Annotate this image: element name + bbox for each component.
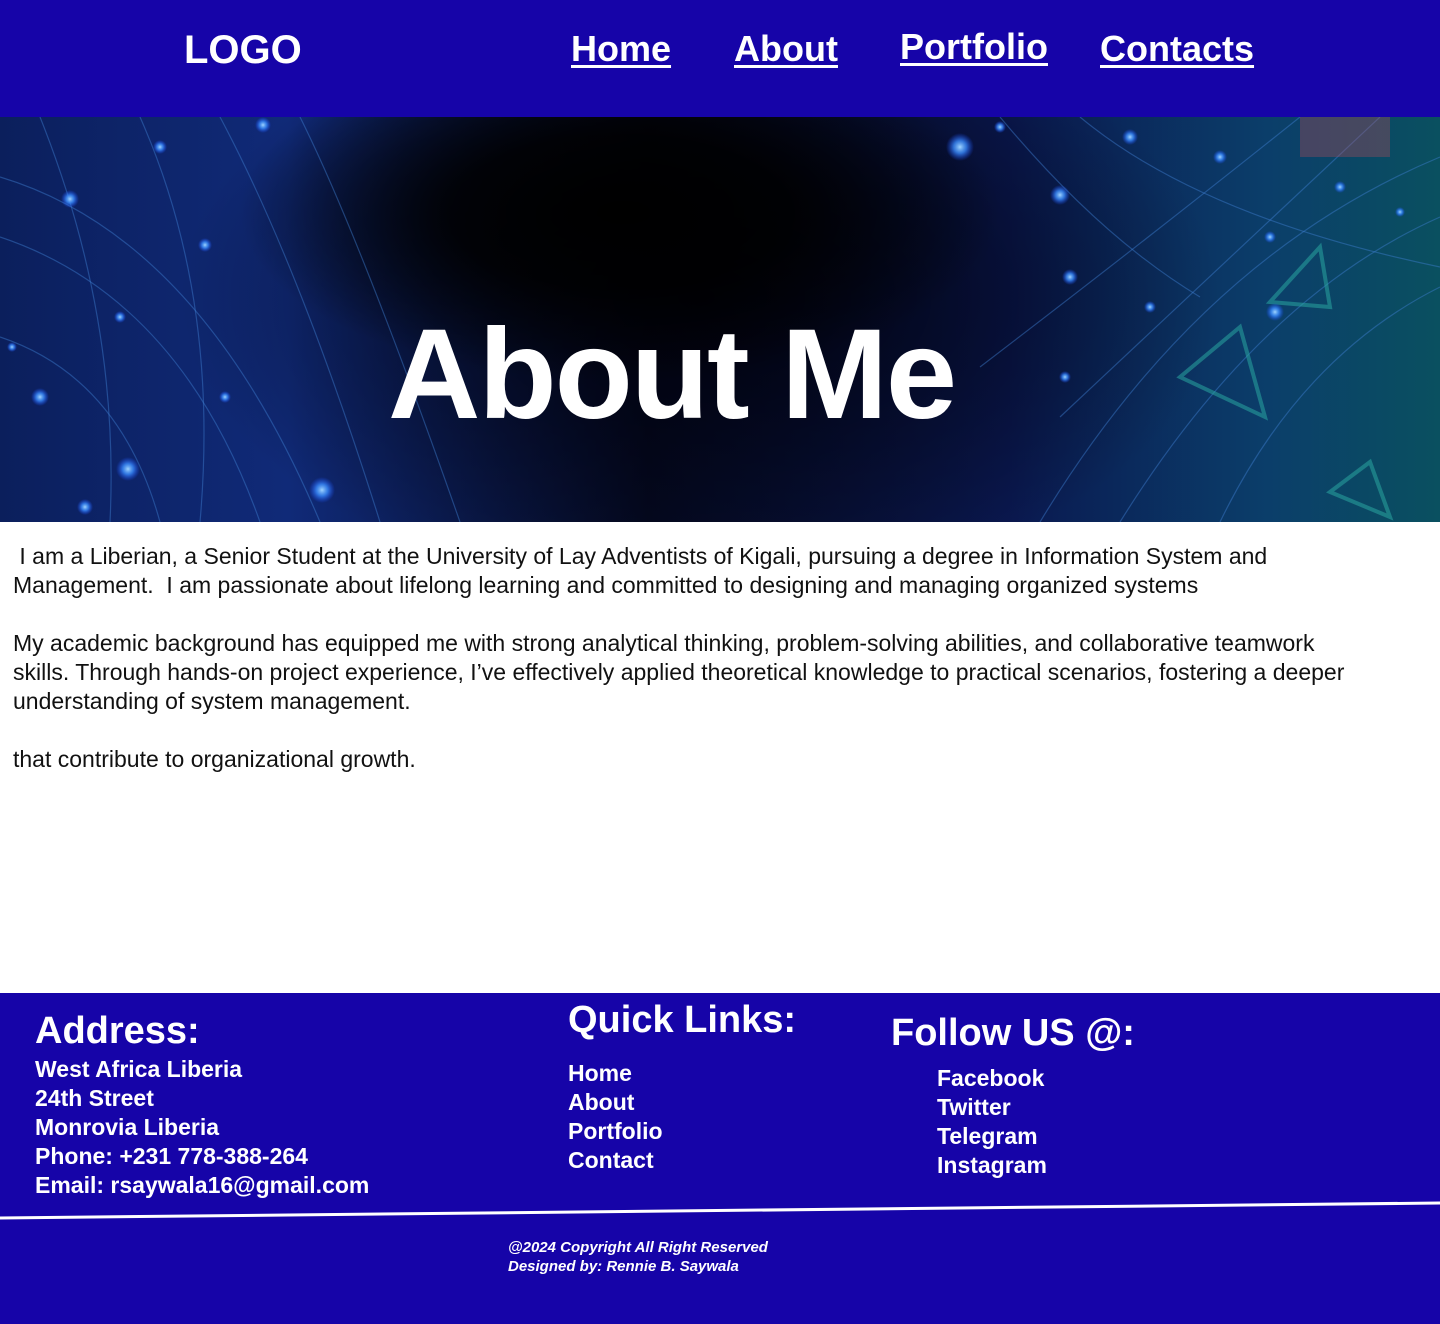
address-line: West Africa Liberia: [35, 1056, 243, 1082]
logo[interactable]: LOGO: [184, 26, 302, 74]
follow-heading: Follow US @:: [891, 1012, 1135, 1054]
nav-about-link[interactable]: About: [734, 27, 838, 71]
page-title: About Me: [388, 303, 957, 446]
nav-contacts-link[interactable]: Contacts: [1100, 27, 1254, 71]
footer-link-home[interactable]: Home: [568, 1059, 796, 1088]
address-line: 24th Street: [35, 1085, 154, 1111]
social-link-telegram[interactable]: Telegram: [937, 1122, 1135, 1151]
footer-follow: Follow US @: Facebook Twitter Telegram I…: [891, 1011, 1135, 1180]
site-footer: Address: West Africa Liberia 24th Street…: [0, 993, 1440, 1324]
footer-link-contact[interactable]: Contact: [568, 1146, 796, 1175]
about-paragraph: My academic background has equipped me w…: [13, 630, 1351, 714]
address-heading: Address:: [35, 1010, 200, 1052]
copyright-text: @2024 Copyright All Right Reserved: [508, 1239, 768, 1256]
footer-divider: [0, 1201, 1440, 1220]
copyright-block: @2024 Copyright All Right Reserved Desig…: [508, 1238, 768, 1276]
about-paragraph: that contribute to organizational growth…: [13, 746, 416, 772]
designer-credit: Designed by: Rennie B. Saywala: [508, 1258, 739, 1275]
footer-link-portfolio[interactable]: Portfolio: [568, 1117, 796, 1146]
footer-quick-links: Quick Links: Home About Portfolio Contac…: [568, 998, 796, 1175]
social-link-instagram[interactable]: Instagram: [937, 1151, 1135, 1180]
nav-portfolio-link[interactable]: Portfolio: [900, 25, 1048, 69]
about-paragraph: I am a Liberian, a Senior Student at the…: [13, 543, 1274, 598]
quick-links-heading: Quick Links:: [568, 999, 797, 1041]
about-content: I am a Liberian, a Senior Student at the…: [13, 542, 1373, 803]
site-header: LOGO Home About Portfolio Contacts: [0, 0, 1440, 117]
social-link-twitter[interactable]: Twitter: [937, 1093, 1135, 1122]
nav-home-link[interactable]: Home: [571, 27, 671, 71]
phone-text: Phone: +231 778-388-264: [35, 1143, 308, 1169]
footer-address: Address: West Africa Liberia 24th Street…: [35, 1009, 369, 1200]
footer-link-about[interactable]: About: [568, 1088, 796, 1117]
address-line: Monrovia Liberia: [35, 1114, 220, 1140]
social-link-facebook[interactable]: Facebook: [937, 1064, 1135, 1093]
hero-banner: About Me: [0, 117, 1440, 522]
